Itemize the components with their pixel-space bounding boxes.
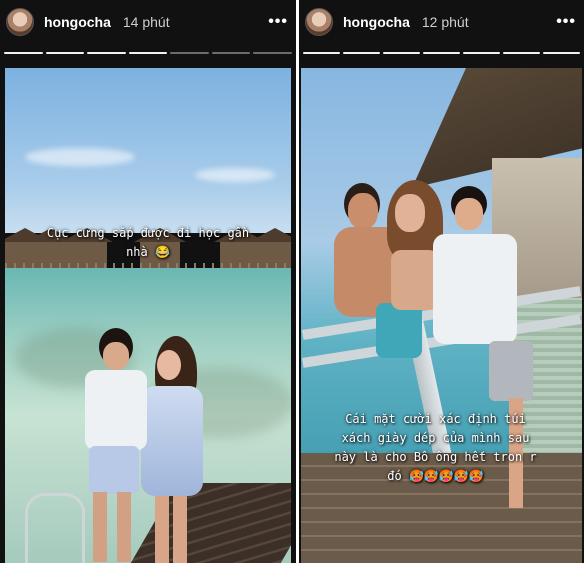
story-progress-bar-1 [4,52,293,55]
post-time: 12 phút [421,14,469,30]
son-figure [79,328,149,563]
cloud [25,148,135,166]
progress-segment [343,52,380,54]
progress-segment [253,52,293,54]
story-header-2: hongocha 12 phút ••• [299,0,584,44]
progress-segment [128,52,168,54]
story-card-1[interactable]: hongocha 14 phút ••• Cục cưng sắp được đ… [0,0,296,563]
username[interactable]: hongocha [44,14,111,30]
post-time: 14 phút [122,14,170,30]
story-progress-bar-2 [303,52,580,55]
progress-segment [45,52,85,54]
progress-segment [170,52,209,54]
avatar[interactable] [6,8,34,36]
avatar[interactable] [305,8,333,36]
story-caption-1: Cục cưng sắp được đi học gần nhà 😂 [46,226,250,259]
progress-segment [383,52,420,54]
progress-segment [4,52,43,54]
username[interactable]: hongocha [343,14,410,30]
progress-segment [463,52,500,54]
cloud [195,168,275,182]
story-photo-2[interactable] [301,68,582,563]
progress-segment [503,52,540,54]
more-options-icon[interactable]: ••• [268,13,288,31]
story-card-2[interactable]: hongocha 12 phút ••• Cái mặt cười xác đị… [299,0,584,563]
ladder-rail [25,493,85,563]
more-options-icon[interactable]: ••• [556,13,576,31]
story-header-1: hongocha 14 phút ••• [0,0,296,44]
progress-segment [303,52,340,54]
story-photo-1[interactable] [5,68,291,563]
progress-segment [423,52,460,54]
progress-segment [87,52,126,54]
story-caption-2: Cái mặt cười xác định túi xách giày dép … [334,412,537,483]
progress-segment [211,52,251,54]
progress-segment [543,52,580,54]
